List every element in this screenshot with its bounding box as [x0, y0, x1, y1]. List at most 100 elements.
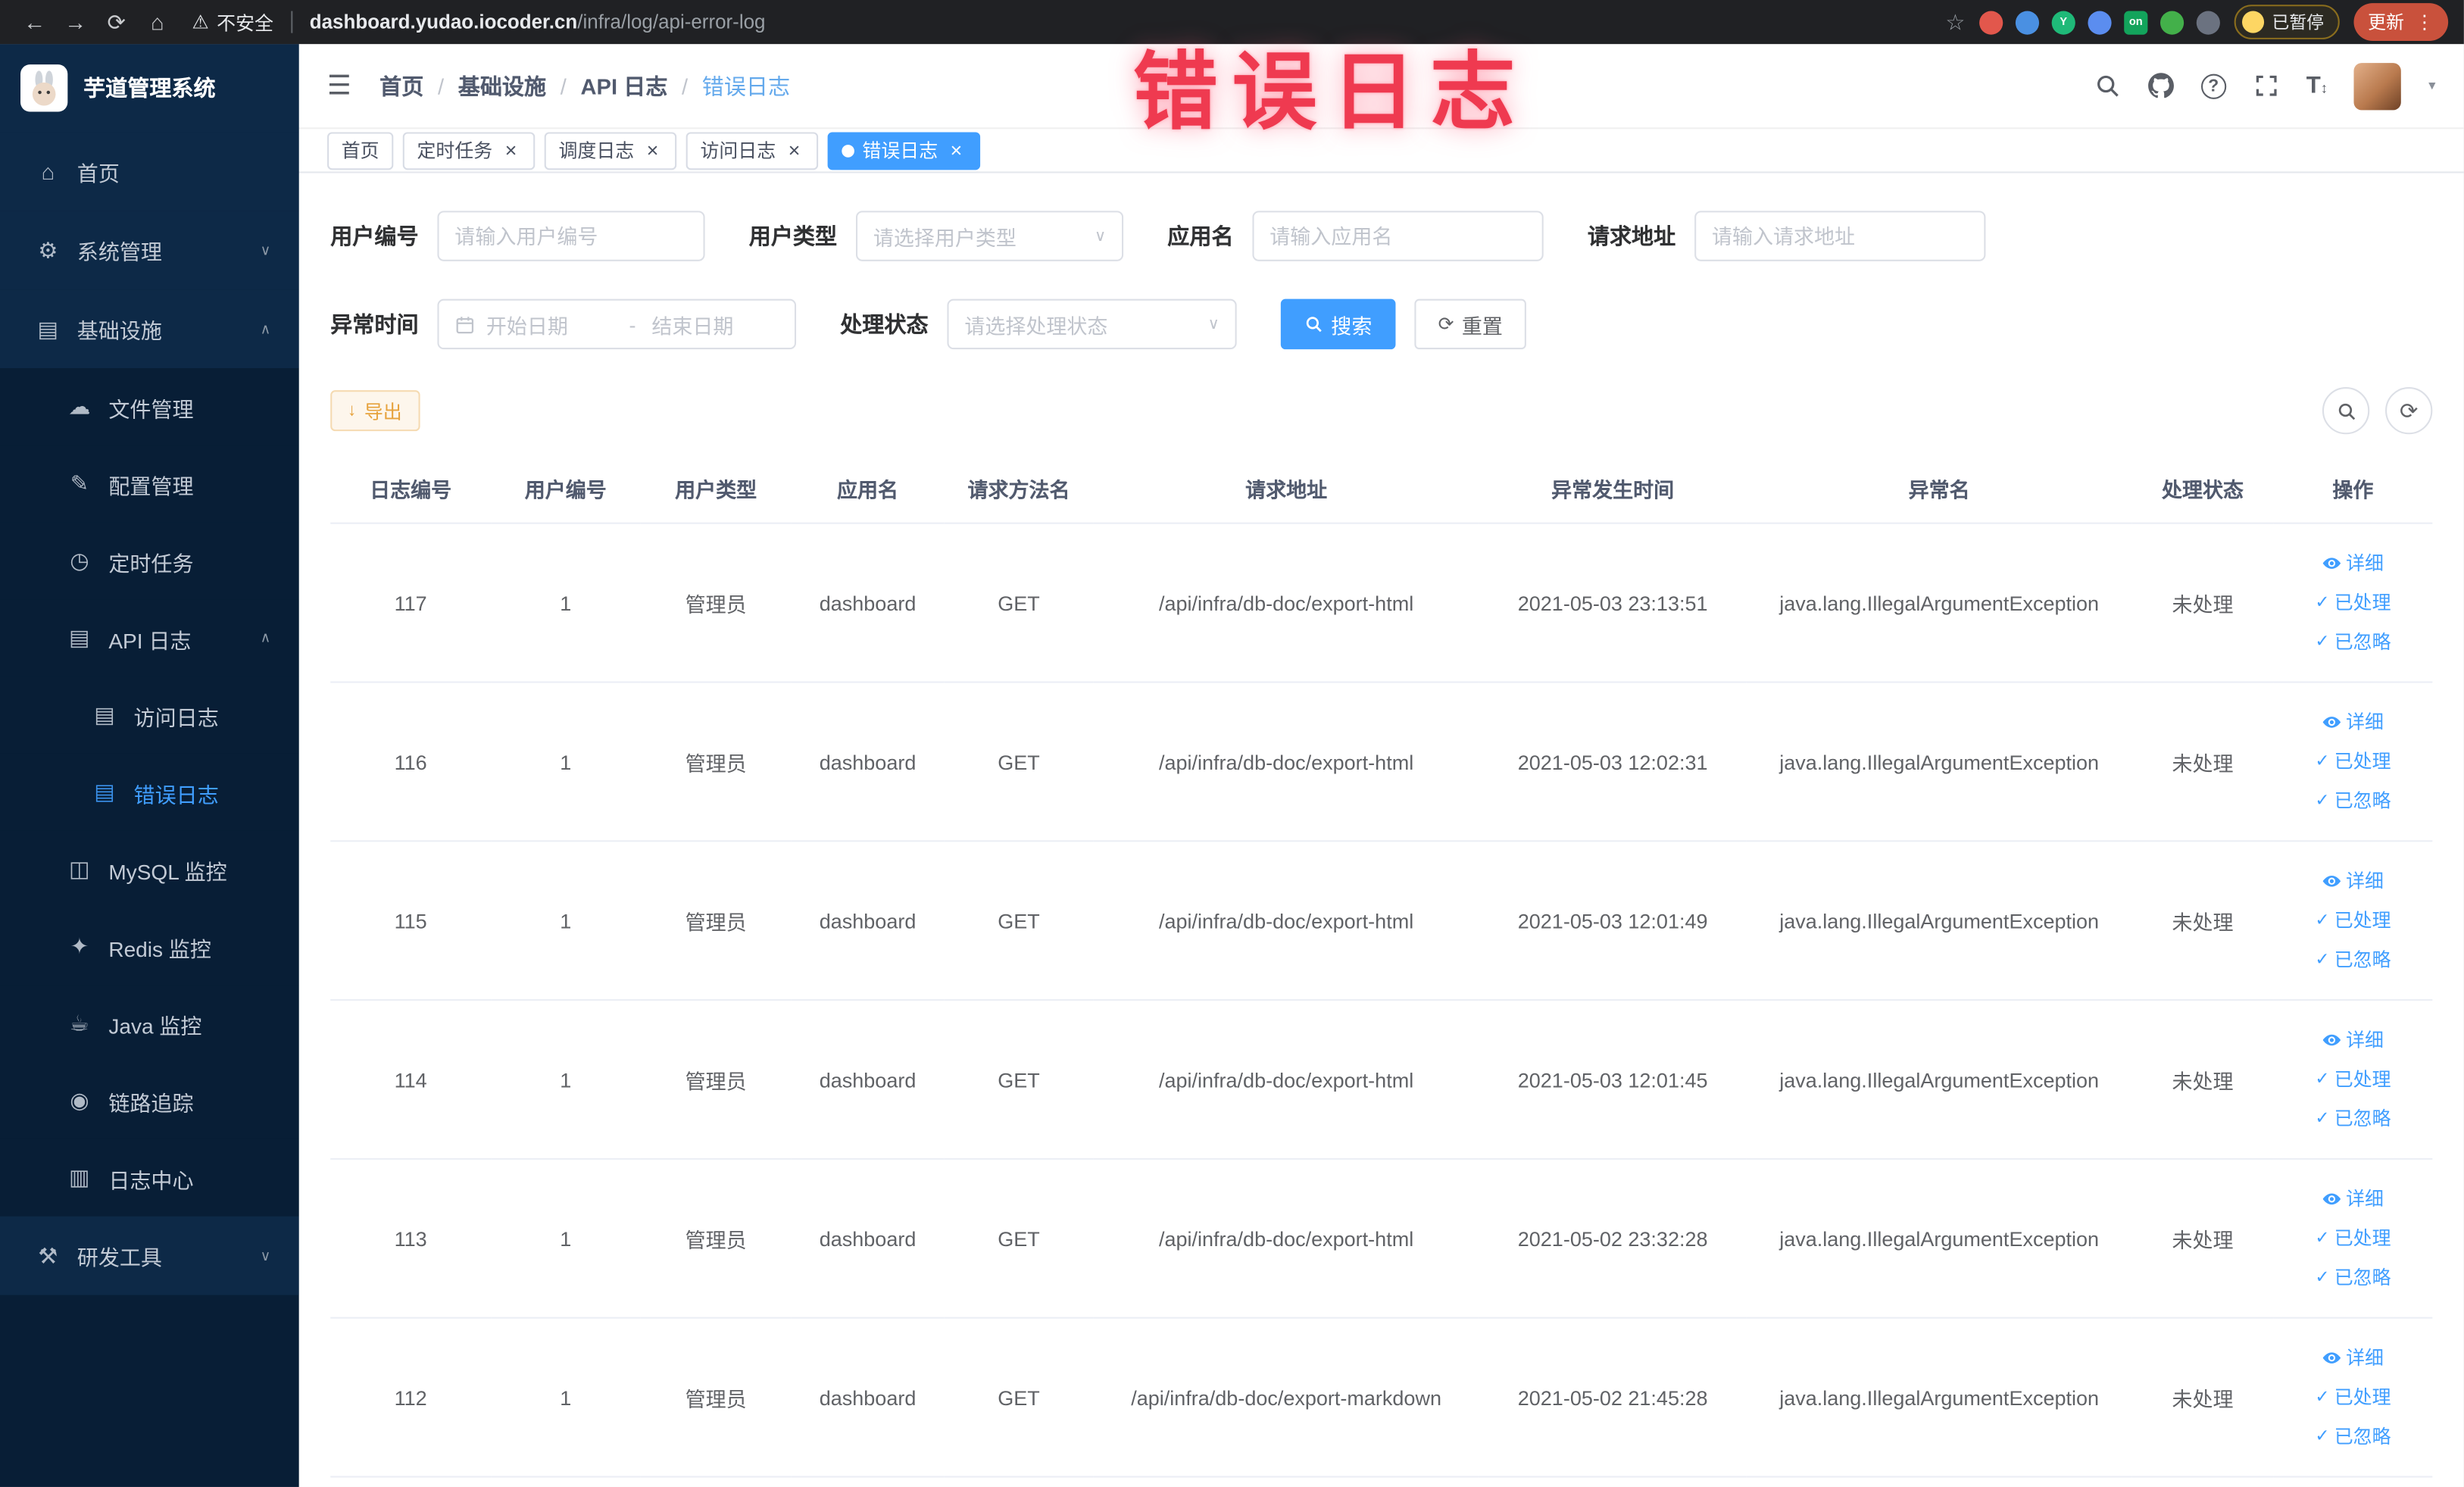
view-tab-4[interactable]: 错误日志 × — [827, 131, 981, 170]
sidebar-item-config-mgmt[interactable]: ✎ 配置管理 — [0, 445, 299, 523]
extension-blue-grid-icon[interactable] — [2088, 10, 2112, 34]
search-icon — [2338, 402, 2355, 420]
view-tab-0[interactable]: 首页 — [327, 131, 394, 170]
table-row: 112 1 管理员 dashboard GET /api/infra/db-do… — [330, 1317, 2433, 1478]
refresh-table-button[interactable]: ⟳ — [2385, 386, 2433, 435]
sidebar-item-mysql-monitor[interactable]: ◫ MySQL 监控 — [0, 830, 299, 908]
sidebar-item-tracing[interactable]: ◉ 链路追踪 — [0, 1062, 299, 1139]
rabbit-icon — [32, 70, 56, 106]
breadcrumb-item-2[interactable]: API 日志 — [581, 70, 668, 102]
sidebar-item-home[interactable]: ⌂ 首页 — [0, 132, 299, 211]
processed-link[interactable]: ✓ 已处理 — [2280, 583, 2426, 623]
reset-button[interactable]: ⟳ 重置 — [1414, 298, 1527, 350]
check-icon: ✓ — [2315, 1069, 2330, 1089]
ignored-link[interactable]: ✓ 已忽略 — [2280, 1417, 2426, 1457]
reload-icon[interactable]: ⟳ — [98, 3, 136, 41]
profile-paused-badge[interactable]: 已暂停 — [2234, 5, 2340, 39]
sidebar-item-redis-monitor[interactable]: ✦ Redis 监控 — [0, 908, 299, 986]
github-icon[interactable] — [2147, 73, 2174, 99]
error-log-table: 日志编号 用户编号 用户类型 应用名 请求方法名 请求地址 异常发生时间 异常名 处理状态 操作 … — [330, 455, 2433, 1478]
processed-link[interactable]: ✓ 已处理 — [2280, 901, 2426, 940]
chevron-down-icon[interactable]: ▾ — [2428, 77, 2435, 95]
profile-emoji-icon — [2242, 11, 2265, 33]
process-status-select[interactable]: 请选择处理状态 ∨ — [947, 298, 1237, 350]
breadcrumb-item-1[interactable]: 基础设施 — [458, 70, 546, 102]
browser-update-button[interactable]: 更新 ⋮ — [2353, 3, 2449, 42]
sidebar-item-java-monitor[interactable]: ☕ Java 监控 — [0, 985, 299, 1063]
export-button[interactable]: ↓ 导出 — [330, 390, 420, 432]
ignored-link[interactable]: ✓ 已忽略 — [2280, 940, 2426, 979]
view-tab-1[interactable]: 定时任务 × — [402, 131, 536, 170]
sidebar-item-log-center[interactable]: ▥ 日志中心 — [0, 1139, 299, 1217]
sidebar-item-access-log[interactable]: ▤ 访问日志 — [0, 676, 299, 754]
forward-icon[interactable]: → — [57, 3, 95, 41]
cell-exception-time: 2021-05-02 23:32:28 — [1479, 1158, 1747, 1319]
detail-link[interactable]: 详细 — [2280, 861, 2426, 901]
address-bar[interactable]: dashboard.yudao.iocoder.cn/infra/log/api… — [310, 11, 766, 33]
cell-request-url: /api/infra/db-doc/export-html — [1093, 682, 1479, 842]
back-icon[interactable]: ← — [16, 3, 54, 41]
cell-exception-name: java.lang.IllegalArgumentException — [1746, 1158, 2132, 1319]
check-icon: ✓ — [2315, 1108, 2330, 1128]
close-icon[interactable]: × — [501, 140, 521, 161]
close-icon[interactable]: × — [946, 140, 967, 161]
extension-green-circle-icon[interactable]: Y — [2051, 10, 2075, 34]
extension-pin-icon[interactable] — [2196, 10, 2220, 34]
security-chip[interactable]: ⚠ 不安全 — [192, 8, 273, 35]
processed-link[interactable]: ✓ 已处理 — [2280, 1378, 2426, 1417]
sidebar-item-system-mgmt[interactable]: ⚙ 系统管理 ∨ — [0, 211, 299, 290]
fullscreen-icon[interactable] — [2253, 73, 2279, 99]
extension-green-icon[interactable] — [2160, 10, 2184, 34]
kebab-menu-icon[interactable]: ⋮ — [2416, 11, 2434, 33]
sidebar-item-api-logs[interactable]: ▤ API 日志 ∧ — [0, 599, 299, 677]
filter-row-2: 异常时间 开始日期 - 结束日期 处理状态 请选择处理状态 ∨ 搜索 ⟳ 重置 — [330, 298, 2432, 350]
sidebar-item-scheduled-jobs[interactable]: ◷ 定时任务 — [0, 522, 299, 600]
filter-row-1: 用户编号 用户类型 请选择用户类型∨ 应用名 请求地址 — [330, 211, 2432, 261]
detail-link[interactable]: 详细 — [2280, 1020, 2426, 1060]
breadcrumb-item-0[interactable]: 首页 — [379, 70, 423, 102]
sidebar-item-infrastructure[interactable]: ▤ 基础设施 ∧ — [0, 289, 299, 369]
menu-label: 文件管理 — [108, 397, 194, 421]
detail-link[interactable]: 详细 — [2280, 702, 2426, 742]
processed-link[interactable]: ✓ 已处理 — [2280, 742, 2426, 781]
help-icon[interactable]: ? — [2200, 73, 2226, 98]
processed-link[interactable]: ✓ 已处理 — [2280, 1219, 2426, 1258]
sidebar-item-dev-tools[interactable]: ⚒ 研发工具 ∨ — [0, 1216, 299, 1295]
view-tab-3[interactable]: 访问日志 × — [685, 131, 819, 170]
ignored-link[interactable]: ✓ 已忽略 — [2280, 623, 2426, 662]
view-tab-2[interactable]: 调度日志 × — [544, 131, 677, 170]
user-type-select[interactable]: 请选择用户类型 ∨ — [855, 211, 1124, 261]
ignored-link[interactable]: ✓ 已忽略 — [2280, 1258, 2426, 1298]
breadcrumb: 首页 / 基础设施 / API 日志 / 错误日志 — [379, 70, 790, 102]
bookmark-star-icon[interactable]: ☆ — [1945, 8, 1965, 35]
extension-blue-drop-icon[interactable] — [2015, 10, 2040, 34]
search-button[interactable]: 搜索 — [1280, 298, 1396, 350]
search-icon[interactable] — [2094, 73, 2120, 99]
toggle-search-button[interactable] — [2322, 386, 2370, 435]
processed-link[interactable]: ✓ 已处理 — [2280, 1060, 2426, 1099]
cell-exception-time: 2021-05-03 12:01:49 — [1479, 841, 1747, 1001]
app-header: ☰ 首页 / 基础设施 / API 日志 / 错误日志 ? T↕ ▾ — [298, 44, 2464, 130]
date-range-picker[interactable]: 开始日期 - 结束日期 — [437, 298, 797, 350]
font-size-icon[interactable]: T↕ — [2306, 73, 2328, 99]
close-icon[interactable]: × — [784, 140, 804, 161]
request-url-input[interactable] — [1711, 224, 1969, 248]
extension-on-badge-icon[interactable]: on — [2124, 10, 2148, 34]
detail-link[interactable]: 详细 — [2280, 1339, 2426, 1378]
close-icon[interactable]: × — [642, 140, 663, 161]
menu-label: 日志中心 — [108, 1168, 194, 1192]
sidebar-item-file-mgmt[interactable]: ☁ 文件管理 — [0, 368, 299, 445]
detail-link[interactable]: 详细 — [2280, 544, 2426, 583]
app-logo[interactable]: 芋道管理系统 — [0, 44, 299, 133]
home-icon[interactable]: ⌂ — [139, 3, 176, 41]
ignored-link[interactable]: ✓ 已忽略 — [2280, 1099, 2426, 1139]
ignored-link[interactable]: ✓ 已忽略 — [2280, 781, 2426, 820]
app-name-input[interactable] — [1269, 224, 1526, 248]
user-id-input[interactable] — [454, 224, 688, 248]
menu-collapse-icon[interactable]: ☰ — [327, 70, 351, 102]
sidebar-item-error-log[interactable]: ▤ 错误日志 — [0, 753, 299, 831]
user-avatar[interactable] — [2354, 62, 2402, 110]
tags-bar: 首页 定时任务 × 调度日志 × 访问日志 × 错误日志 × — [298, 129, 2464, 173]
detail-link[interactable]: 详细 — [2280, 1179, 2426, 1219]
extension-red-icon[interactable] — [1979, 10, 2003, 34]
